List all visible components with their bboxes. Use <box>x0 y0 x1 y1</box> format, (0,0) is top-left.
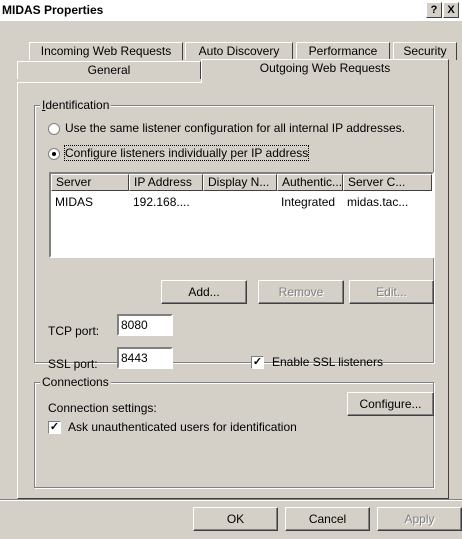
add-button[interactable]: Add... <box>161 280 247 304</box>
configure-button-label: Configure... <box>359 397 422 411</box>
cell-server-certificate: midas.tac... <box>347 195 409 209</box>
cell-server: MIDAS <box>55 195 94 209</box>
tab-performance[interactable]: Performance <box>296 42 390 60</box>
dialog-client: Incoming Web Requests Auto Discovery Per… <box>0 21 462 539</box>
tab-label: General <box>87 63 131 77</box>
radio-same-listener[interactable] <box>48 123 60 135</box>
connection-settings-label: Connection settings: <box>48 401 157 415</box>
window-title: MIDAS Properties <box>2 3 104 17</box>
listeners-table[interactable]: Server IP Address Display N... Authentic… <box>49 172 434 258</box>
configure-button[interactable]: Configure... <box>347 392 434 416</box>
identification-group-label: Identification <box>40 98 112 112</box>
column-header-authentication[interactable]: Authentic... <box>277 174 343 191</box>
tab-security[interactable]: Security <box>393 42 457 60</box>
radio-same-listener-label[interactable]: Use the same listener configuration for … <box>65 121 405 135</box>
column-header-display-name[interactable]: Display N... <box>203 174 277 191</box>
ssl-port-input[interactable]: 8443 <box>117 347 173 369</box>
tab-incoming-web-requests[interactable]: Incoming Web Requests <box>29 42 183 60</box>
apply-button[interactable]: Apply <box>377 507 462 531</box>
tab-label: Outgoing Web Requests <box>259 61 391 75</box>
column-header-server[interactable]: Server <box>51 174 129 191</box>
ask-unauthenticated-label[interactable]: Ask unauthenticated users for identifica… <box>68 420 297 434</box>
tab-panel: Identification Use the same listener con… <box>17 82 449 499</box>
tab-label: Auto Discovery <box>198 44 280 58</box>
help-button[interactable]: ? <box>426 2 442 18</box>
tab-label: Incoming Web Requests <box>40 44 172 58</box>
radio-individual-listener[interactable] <box>48 148 60 160</box>
bottom-separator <box>0 499 462 501</box>
enable-ssl-label[interactable]: Enable SSL listeners <box>272 355 383 369</box>
column-header-ip-address[interactable]: IP Address <box>129 174 203 191</box>
close-button[interactable]: X <box>443 2 459 18</box>
column-header-server-certificate[interactable]: Server C... <box>343 174 432 191</box>
properties-dialog: MIDAS Properties ? X Incoming Web Reques… <box>0 0 462 539</box>
cancel-button-label: Cancel <box>308 512 347 526</box>
ask-unauthenticated-checkbox[interactable]: ✓ <box>48 421 61 434</box>
enable-ssl-checkbox[interactable]: ✓ <box>251 356 264 369</box>
edit-button[interactable]: Edit... <box>349 280 434 304</box>
cancel-button[interactable]: Cancel <box>285 507 370 531</box>
remove-button-label: Remove <box>278 285 324 299</box>
ssl-port-label: SSL port: <box>48 357 98 371</box>
add-button-label: Add... <box>188 285 220 299</box>
connections-group-label: Connections <box>40 375 111 389</box>
apply-button-label: Apply <box>404 512 435 526</box>
cell-authentication: Integrated <box>281 195 336 209</box>
ok-button-label: OK <box>226 512 245 526</box>
ok-button[interactable]: OK <box>193 507 278 531</box>
tcp-port-input[interactable]: 8080 <box>117 314 173 336</box>
tab-general[interactable]: General <box>17 61 201 79</box>
radio-individual-listener-label[interactable]: Configure listeners individually per IP … <box>63 145 310 161</box>
cell-ip-address: 192.168.... <box>133 195 190 209</box>
tab-label: Security <box>403 44 447 58</box>
tcp-port-label: TCP port: <box>48 324 100 338</box>
tab-label: Performance <box>308 44 378 58</box>
tab-outgoing-web-requests[interactable]: Outgoing Web Requests <box>201 59 449 83</box>
title-bar: MIDAS Properties ? X <box>0 0 462 21</box>
remove-button[interactable]: Remove <box>258 280 344 304</box>
tab-auto-discovery[interactable]: Auto Discovery <box>185 42 293 60</box>
edit-button-label: Edit... <box>376 285 407 299</box>
